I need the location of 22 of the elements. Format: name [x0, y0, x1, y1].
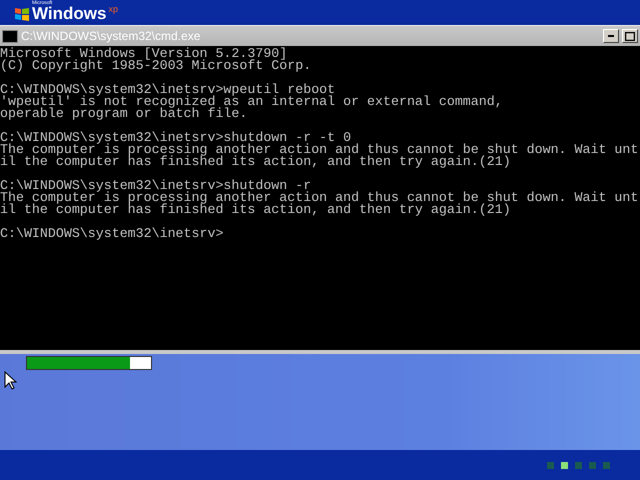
- console-line: operable program or batch file.: [0, 108, 248, 120]
- maximize-icon: [625, 32, 635, 40]
- window-title: C:\WINDOWS\system32\cmd.exe: [21, 29, 202, 43]
- minimize-button[interactable]: [603, 29, 619, 43]
- cursor-icon: [4, 371, 17, 390]
- console-line: C:\WINDOWS\system32\inetsrv>: [0, 228, 224, 240]
- console-line: Microsoft Windows [Version 5.2.3790]: [0, 48, 288, 60]
- console-line: C:\WINDOWS\system32\inetsrv>shutdown -r: [0, 180, 312, 192]
- minimize-icon: [608, 35, 614, 37]
- console-line: il the computer has finished its action, and then try again.(21): [0, 156, 512, 168]
- maximize-button[interactable]: [622, 29, 638, 43]
- edition-text: xp: [108, 4, 118, 14]
- console-line: The computer is processing another action and thus cannot be shut down. Wait unt: [0, 192, 640, 204]
- console-line: C:\WINDOWS\system32\inetsrv>wpeutil reboot: [0, 84, 336, 96]
- flag-logo-icon: [14, 6, 30, 22]
- product-text: Windows: [32, 6, 106, 22]
- console-line: (C) Copyright 1985-2003 Microsoft Corp.: [0, 60, 312, 72]
- console-line: C:\WINDOWS\system32\inetsrv>shutdown -r -t 0: [0, 132, 352, 144]
- console-icon: [2, 30, 18, 42]
- console-line: 'wpeutil' is not recognized as an internal or external command,: [0, 96, 504, 108]
- console-line: il the computer has finished its action, and then try again.(21): [0, 204, 512, 216]
- console-line: The computer is processing another action and thus cannot be shut down. Wait unt: [0, 144, 640, 156]
